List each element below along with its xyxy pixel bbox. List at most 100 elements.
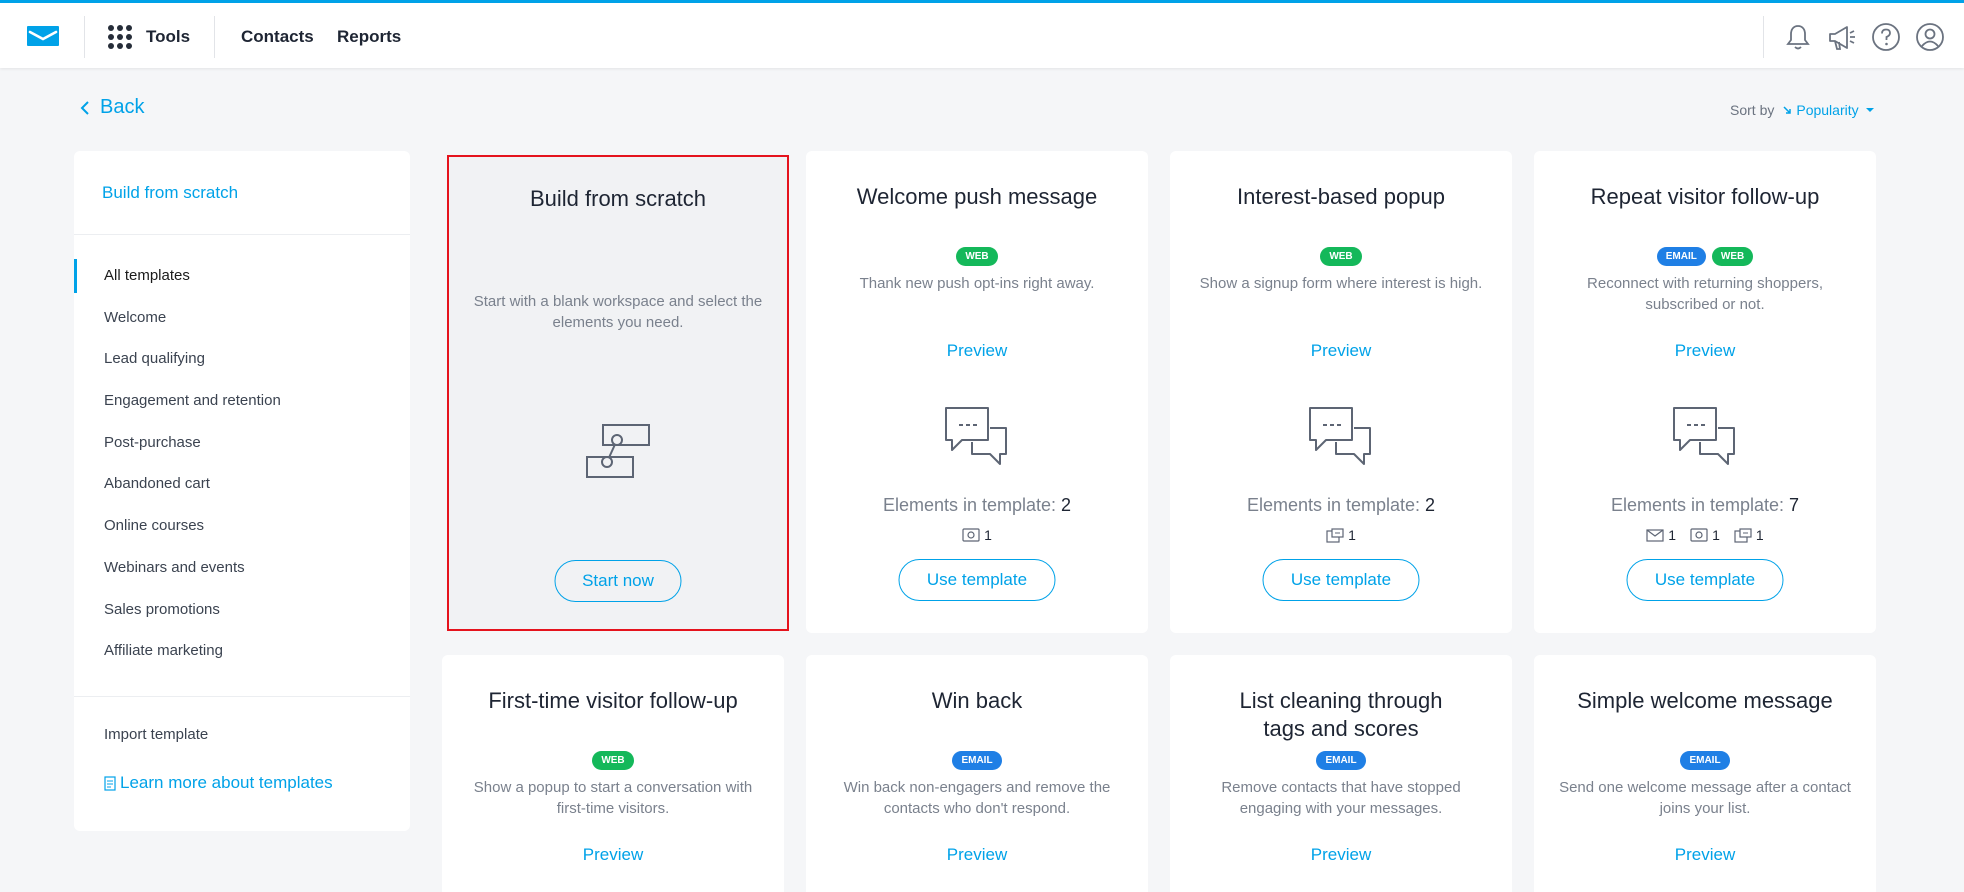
divider	[84, 16, 85, 58]
preview-link[interactable]: Preview	[806, 845, 1148, 865]
element-count: 1	[1646, 527, 1676, 543]
sort-control: Sort by Popularity	[1730, 102, 1875, 118]
card-title: Repeat visitor follow-up	[1590, 184, 1820, 209]
sidebar: Build from scratch All templates Welcome L…	[74, 151, 410, 831]
card-description: Show a signup form where interest is hig…	[1199, 275, 1483, 292]
element-count-value: 1	[1755, 527, 1764, 543]
sort-arrow-icon	[1783, 106, 1792, 114]
preview-link[interactable]: Preview	[1534, 845, 1876, 865]
email-icon	[1646, 528, 1664, 542]
elements-count: Elements in template: 7	[1534, 495, 1876, 516]
template-card[interactable]: Repeat visitor follow-up EMAIL WEB Reconnec…	[1534, 151, 1876, 633]
channel-badges: EMAIL	[1534, 751, 1876, 770]
card-title: Welcome push message	[856, 184, 1098, 209]
elements-count: Elements in template: 2	[1170, 495, 1512, 516]
learn-more-link[interactable]: Learn more about templates	[104, 773, 333, 793]
push-icon	[962, 528, 980, 542]
elements-value: 2	[1425, 495, 1436, 515]
sidebar-build-section: Build from scratch	[74, 151, 410, 235]
use-template-button[interactable]: Use template	[898, 559, 1056, 601]
card-description: Show a popup to start a conversation wit…	[473, 779, 753, 817]
template-card[interactable]: Interest-based popup WEB Show a signup for…	[1170, 151, 1512, 633]
card-description: Send one welcome message after a contact…	[1559, 779, 1851, 817]
channel-badges: WEB	[442, 751, 784, 770]
web-badge: WEB	[592, 751, 634, 770]
element-count-value: 1	[984, 527, 992, 543]
sidebar-item-post-purchase[interactable]: Post-purchase	[74, 426, 410, 468]
use-template-button[interactable]: Use template	[1626, 559, 1784, 601]
template-card[interactable]: Win back EMAIL Win back non-engagers and r…	[806, 655, 1148, 892]
element-breakdown: 1	[1170, 527, 1512, 543]
email-badge: EMAIL	[952, 751, 1002, 770]
template-card[interactable]: Simple welcome message EMAIL Send one welc…	[1534, 655, 1876, 892]
sort-dropdown[interactable]: Popularity	[1782, 102, 1874, 118]
build-from-scratch-card[interactable]: Build from scratch Start with a blank wo…	[447, 155, 789, 631]
element-count: 1	[1734, 527, 1764, 543]
template-card[interactable]: First-time visitor follow-up WEB Show a po…	[442, 655, 784, 892]
elements-count: Elements in template: 2	[806, 495, 1148, 516]
preview-link[interactable]: Preview	[1170, 341, 1512, 361]
divider	[1763, 16, 1764, 58]
sort-value: Popularity	[1796, 102, 1859, 118]
logo-envelope-icon[interactable]	[26, 25, 60, 47]
elements-label: Elements in template:	[1246, 495, 1421, 515]
chevron-left-icon	[80, 100, 89, 115]
preview-link[interactable]: Preview	[806, 341, 1148, 361]
sidebar-item-lead-qualifying[interactable]: Lead qualifying	[74, 342, 410, 384]
learn-more-label: Learn more about templates	[120, 773, 333, 792]
preview-link[interactable]: Preview	[1170, 845, 1512, 865]
elements-value: 7	[1789, 495, 1800, 515]
caret-down-icon	[1865, 108, 1874, 112]
bell-icon[interactable]	[1782, 21, 1814, 53]
sidebar-item-webinars-and-events[interactable]: Webinars and events	[74, 551, 410, 593]
element-breakdown: 1 1 1	[1534, 527, 1876, 543]
sort-label: Sort by	[1730, 102, 1775, 118]
web-badge: WEB	[956, 247, 998, 266]
back-link[interactable]: Back	[80, 96, 144, 119]
email-badge: EMAIL	[1316, 751, 1366, 770]
use-template-button[interactable]: Use template	[1262, 559, 1420, 601]
sidebar-item-engagement-and-retention[interactable]: Engagement and retention	[74, 384, 410, 426]
nav-reports[interactable]: Reports	[337, 27, 401, 47]
card-title: Interest-based popup	[1237, 184, 1445, 209]
account-icon[interactable]	[1914, 21, 1946, 53]
sidebar-item-online-courses[interactable]: Online courses	[74, 509, 410, 551]
megaphone-icon[interactable]	[1826, 21, 1858, 53]
preview-link[interactable]: Preview	[1534, 341, 1876, 361]
card-description: Start with a blank workspace and select …	[473, 293, 763, 331]
help-icon[interactable]	[1870, 21, 1902, 53]
channel-badges: WEB	[806, 247, 1148, 266]
element-count: 1	[1690, 527, 1720, 543]
elements-value: 2	[1061, 495, 1072, 515]
card-title: Build from scratch	[529, 186, 707, 211]
back-label: Back	[100, 96, 145, 118]
import-template-link[interactable]: Import template	[104, 726, 208, 743]
sidebar-item-welcome[interactable]: Welcome	[74, 301, 410, 343]
divider	[214, 16, 215, 58]
element-count: 1	[962, 527, 992, 543]
build-from-scratch-link[interactable]: Build from scratch	[102, 183, 238, 202]
nav-contacts[interactable]: Contacts	[241, 27, 314, 47]
sidebar-item-affiliate-marketing[interactable]: Affiliate marketing	[74, 634, 410, 676]
card-title: First-time visitor follow-up	[488, 688, 738, 713]
sidebar-item-all-templates[interactable]: All templates	[74, 259, 410, 301]
sidebar-item-sales-promotions[interactable]: Sales promotions	[74, 593, 410, 635]
elements-label: Elements in template:	[1610, 495, 1785, 515]
card-title: Simple welcome message	[1577, 688, 1833, 713]
apps-grid-icon	[108, 25, 132, 49]
channel-badges: EMAIL WEB	[1534, 247, 1876, 266]
element-count: 1	[1326, 527, 1356, 543]
card-description: Win back non-engagers and remove the con…	[843, 779, 1111, 817]
preview-link[interactable]: Preview	[442, 845, 784, 865]
card-title: Win back	[931, 688, 1023, 713]
start-now-button[interactable]: Start now	[554, 560, 682, 602]
channel-badges: EMAIL	[1170, 751, 1512, 770]
tools-label: Tools	[146, 27, 191, 46]
tools-menu[interactable]: Tools	[108, 24, 190, 50]
chat-bubbles-icon	[942, 404, 1012, 475]
template-card[interactable]: List cleaning through tags and scores EMA…	[1170, 655, 1512, 892]
sidebar-item-abandoned-cart[interactable]: Abandoned cart	[74, 467, 410, 509]
web-badge: WEB	[1711, 247, 1754, 266]
template-card[interactable]: Welcome push message WEB Thank new push op…	[806, 151, 1148, 633]
web-badge: WEB	[1320, 247, 1362, 266]
